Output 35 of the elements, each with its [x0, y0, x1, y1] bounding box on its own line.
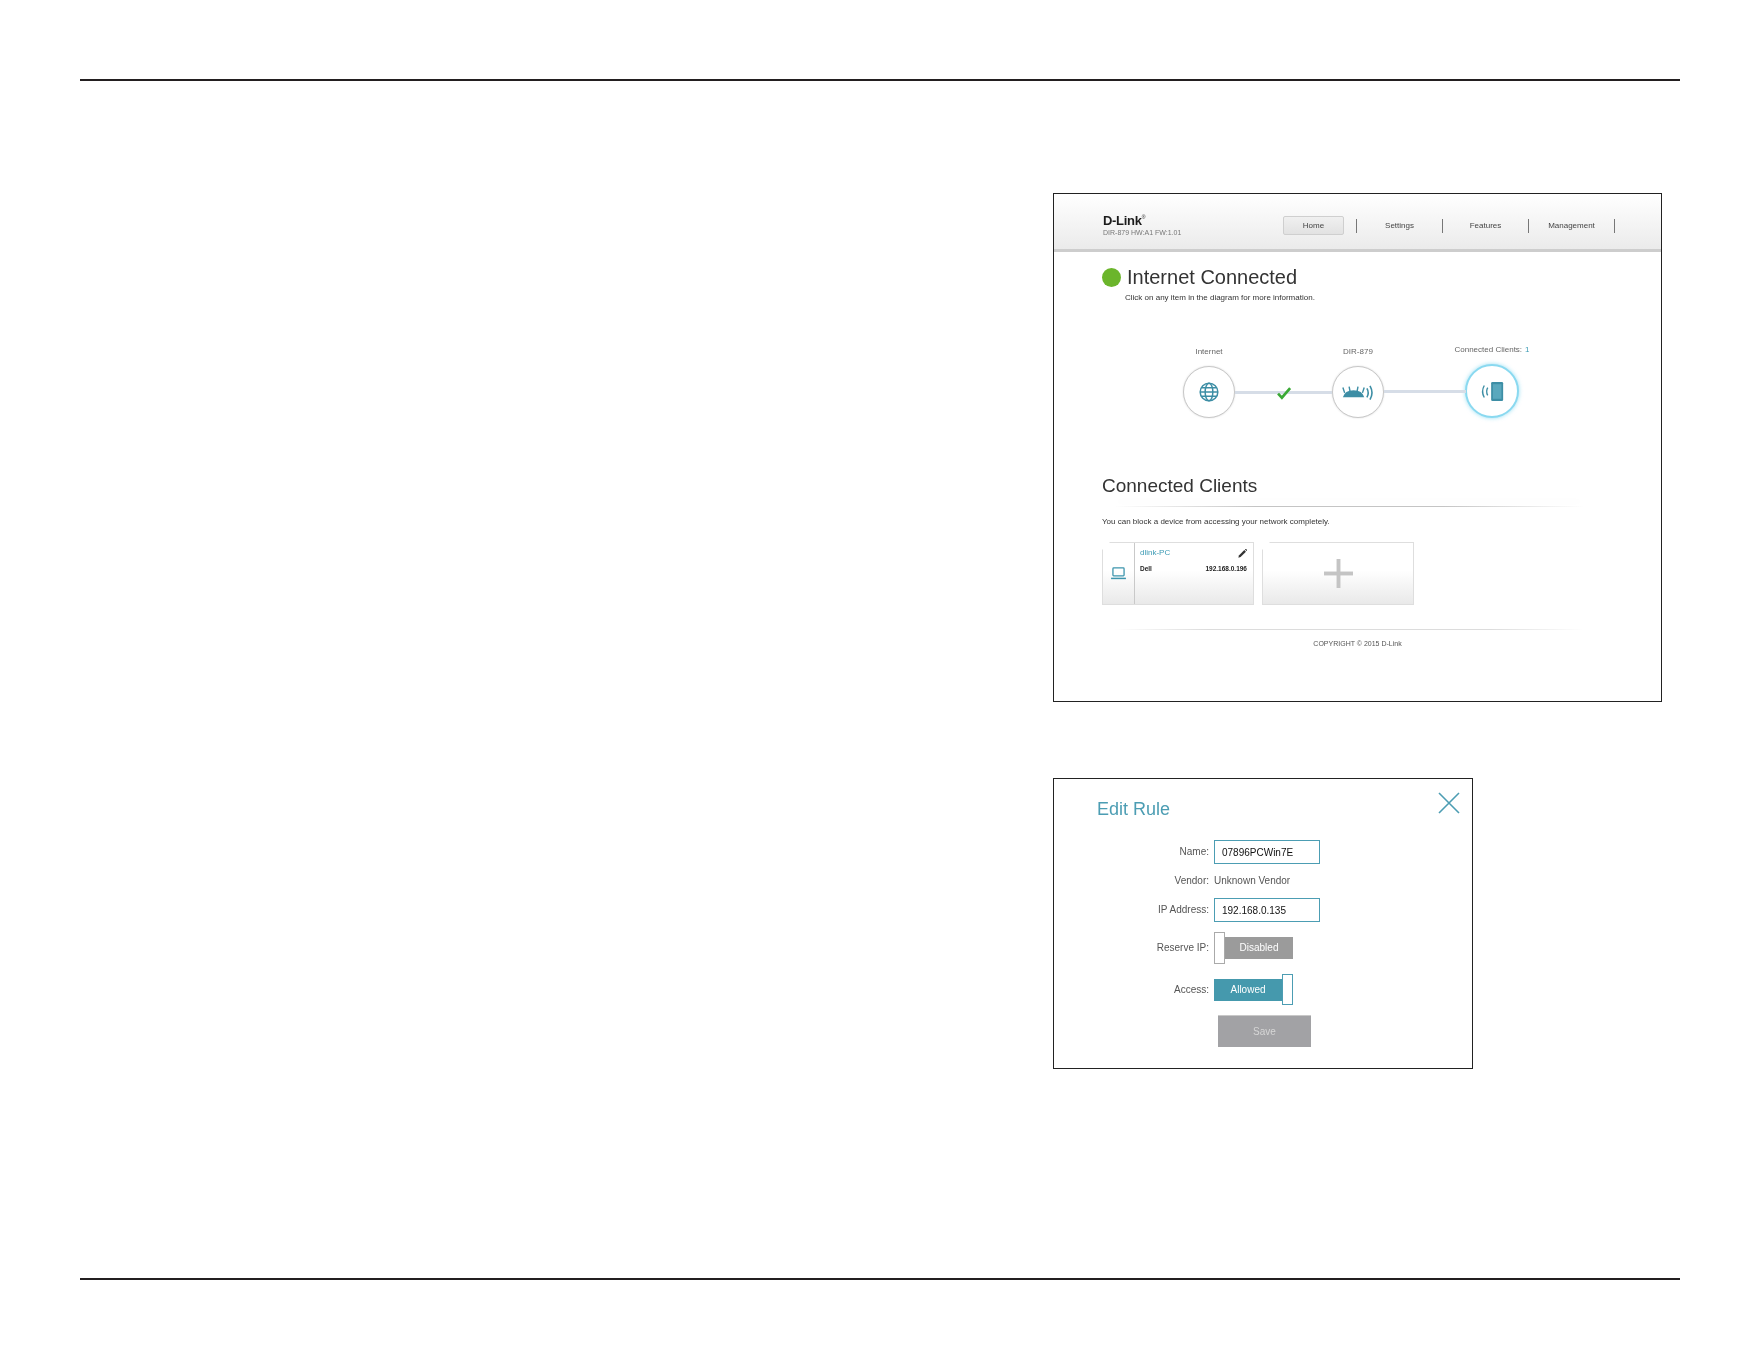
node-label: Connected Clients:: [1454, 345, 1523, 355]
router-node[interactable]: [1332, 366, 1384, 418]
nav-tab[interactable]: Settings: [1369, 216, 1430, 235]
node-label: DIR-879: [1343, 347, 1373, 357]
field-value: Unknown Vendor: [1214, 874, 1291, 888]
input-field[interactable]: 192.168.0.135: [1214, 898, 1320, 922]
router-icon: [1342, 384, 1374, 400]
pencil-icon[interactable]: [1238, 548, 1247, 558]
hint-text: Click on any item in the diagram for more information.: [1125, 293, 1315, 303]
client-count: 1: [1525, 345, 1530, 355]
section-description: You can block a device from accessing your network completely.: [1102, 517, 1330, 527]
node-label: Internet: [1195, 347, 1223, 357]
input-field[interactable]: 07896PCWin7E: [1214, 840, 1320, 864]
status-title: Internet Connected: [1127, 265, 1298, 289]
internet-node[interactable]: [1183, 366, 1235, 418]
nav-tab[interactable]: Features: [1455, 216, 1516, 235]
close-button[interactable]: [1438, 792, 1460, 814]
clients-node[interactable]: [1465, 364, 1519, 418]
tablet-signal-icon: [1480, 380, 1504, 402]
toggle-thumb[interactable]: [1282, 974, 1293, 1005]
plus-icon: [1323, 559, 1353, 588]
section-title: Connected Clients: [1102, 475, 1258, 497]
laptop-icon: [1111, 567, 1126, 580]
field-label: Access:: [1174, 983, 1209, 996]
globe-icon: [1199, 382, 1219, 402]
toggle-thumb[interactable]: [1214, 932, 1225, 964]
field-label: Reserve IP:: [1156, 942, 1209, 954]
logo-text: D-Link$^{®}$: [1103, 214, 1146, 228]
close-icon: [1438, 792, 1460, 814]
field-label: Vendor:: [1174, 875, 1209, 887]
field-label: Name:: [1179, 846, 1209, 858]
nav-tab[interactable]: Home: [1283, 216, 1344, 235]
dialog-title: Edit Rule: [1097, 799, 1171, 820]
field-label: IP Address:: [1158, 904, 1209, 916]
nav-tab[interactable]: Management: [1541, 216, 1602, 235]
